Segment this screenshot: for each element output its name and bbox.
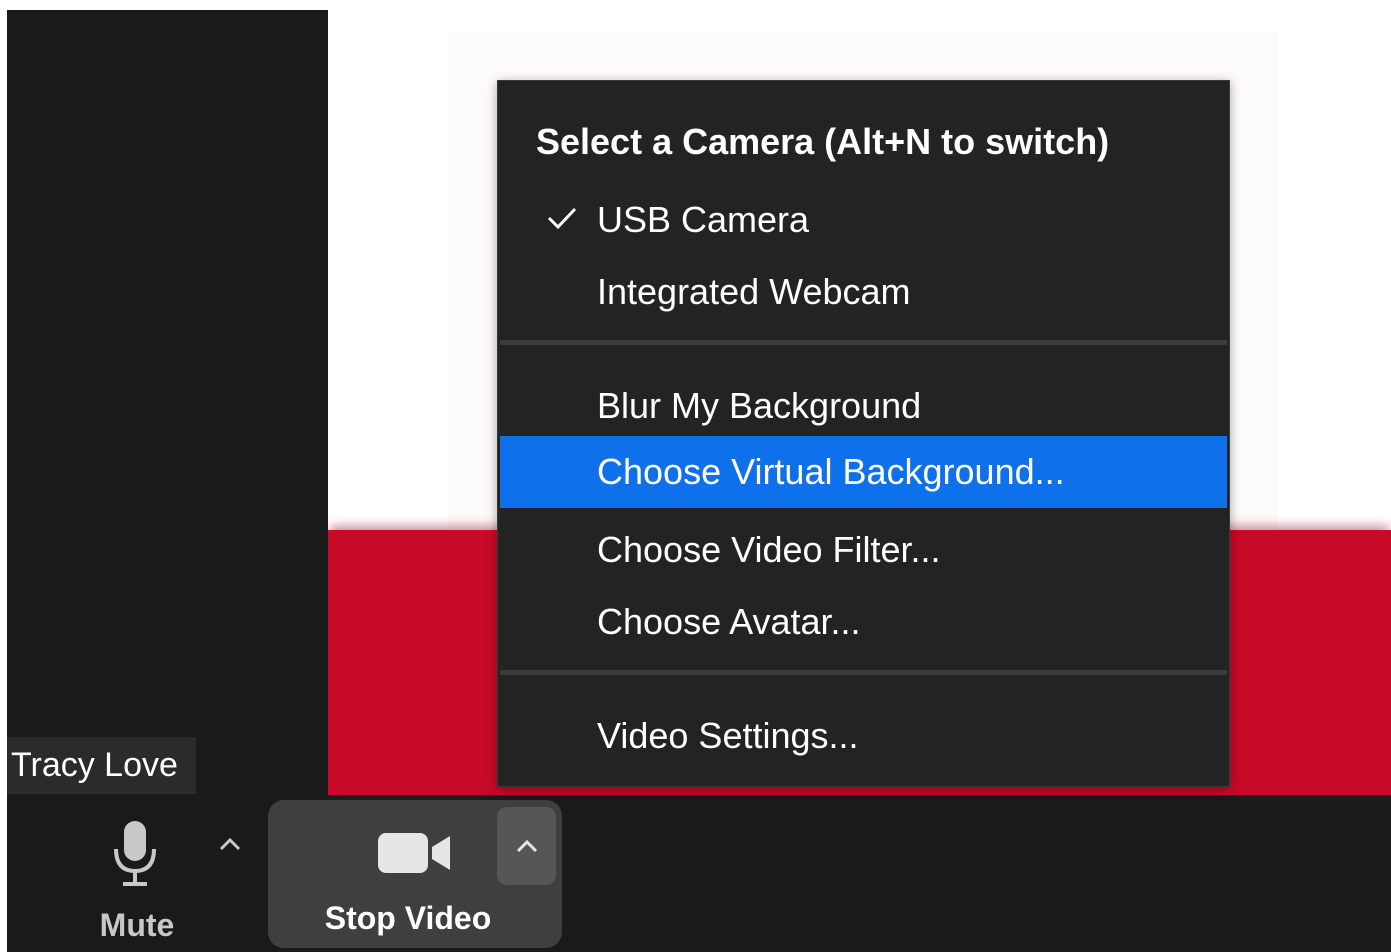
menu-divider bbox=[500, 670, 1227, 675]
menu-item-label: Choose Virtual Background... bbox=[597, 451, 1065, 492]
menu-item-avatar[interactable]: Choose Avatar... bbox=[500, 586, 1227, 658]
menu-item-integrated-webcam[interactable]: Integrated Webcam bbox=[500, 256, 1227, 328]
chevron-up-icon bbox=[516, 839, 538, 853]
check-icon bbox=[547, 207, 577, 230]
mute-button[interactable]: Mute bbox=[67, 809, 207, 944]
menu-item-blur-background[interactable]: Blur My Background bbox=[500, 370, 1227, 442]
menu-item-label: USB Camera bbox=[597, 199, 810, 240]
menu-item-label: Integrated Webcam bbox=[597, 271, 911, 312]
menu-item-label: Choose Avatar... bbox=[597, 601, 861, 642]
menu-header: Select a Camera (Alt+N to switch) bbox=[536, 121, 1110, 162]
menu-divider bbox=[500, 340, 1227, 345]
stop-video-label: Stop Video bbox=[324, 900, 492, 936]
microphone-icon bbox=[114, 821, 156, 886]
stop-video-button[interactable]: Stop Video bbox=[268, 800, 562, 948]
meeting-toolbar: Mute Stop Video bbox=[7, 795, 1391, 952]
menu-item-video-filter[interactable]: Choose Video Filter... bbox=[500, 514, 1227, 586]
audio-options-chevron-up-icon[interactable] bbox=[215, 829, 245, 859]
menu-item-label: Choose Video Filter... bbox=[597, 529, 941, 570]
mute-label: Mute bbox=[99, 907, 175, 943]
camera-options-menu: Select a Camera (Alt+N to switch) USB Ca… bbox=[497, 80, 1230, 787]
participant-name-label: Tracy Love bbox=[7, 737, 196, 794]
menu-item-usb-camera[interactable]: USB Camera bbox=[500, 184, 1227, 256]
menu-item-video-settings[interactable]: Video Settings... bbox=[500, 700, 1227, 772]
gallery-dark-panel bbox=[7, 10, 328, 795]
menu-item-label: Blur My Background bbox=[597, 385, 922, 426]
video-options-caret-button[interactable] bbox=[497, 807, 556, 885]
menu-item-label: Video Settings... bbox=[597, 715, 859, 756]
menu-item-virtual-background[interactable]: Choose Virtual Background... bbox=[500, 436, 1227, 508]
video-camera-icon bbox=[378, 833, 450, 873]
